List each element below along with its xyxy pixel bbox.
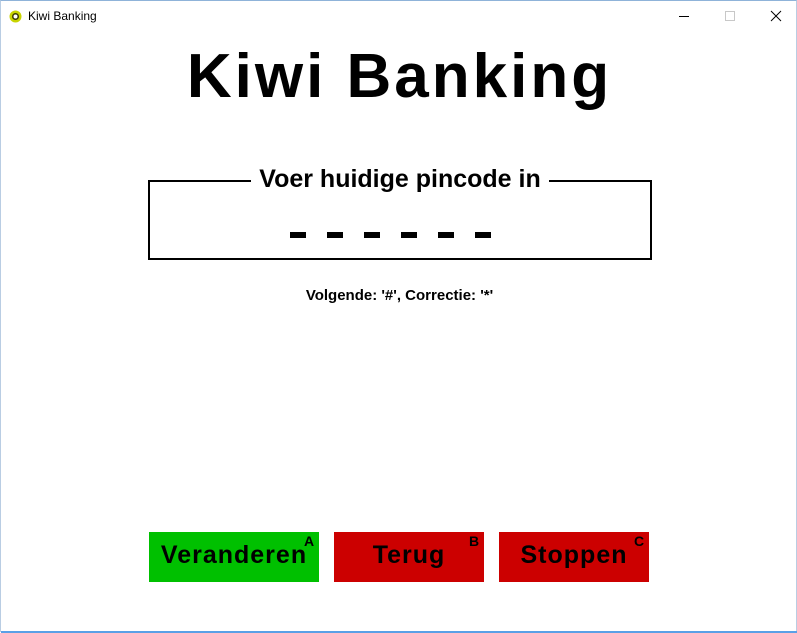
stoppen-key-hint: C [634, 533, 645, 549]
pin-prompt: Voer huidige pincode in [251, 165, 549, 193]
pin-slot-dash [475, 232, 491, 238]
page-title: Kiwi Banking [186, 42, 613, 111]
minimize-icon [679, 16, 689, 17]
terug-label: Terug [372, 541, 446, 569]
close-button[interactable] [753, 1, 797, 31]
stoppen-label: Stoppen [520, 541, 628, 569]
pin-prompt-container: Voer huidige pincode in [150, 165, 650, 194]
minimize-button[interactable] [661, 1, 707, 31]
veranderen-button[interactable]: Veranderen A [149, 532, 319, 582]
title-bar[interactable]: Kiwi Banking [1, 1, 796, 31]
maximize-button[interactable] [707, 1, 753, 31]
veranderen-key-hint: A [304, 533, 315, 549]
pin-slot-dash [438, 232, 454, 238]
pin-slot-dash [327, 232, 343, 238]
kiwi-app-icon [9, 10, 22, 23]
pin-slot-dash [290, 232, 306, 238]
app-window: Kiwi Banking Kiwi Banking Voer huidige p… [0, 0, 797, 633]
close-icon [770, 10, 782, 22]
veranderen-label: Veranderen [160, 541, 308, 569]
terug-key-hint: B [469, 533, 480, 549]
pin-slot-dash [401, 232, 417, 238]
maximize-icon [725, 11, 735, 21]
window-title: Kiwi Banking [28, 9, 97, 23]
pin-entry-box[interactable]: Voer huidige pincode in [148, 165, 652, 260]
pin-slot-dash [364, 232, 380, 238]
stoppen-button[interactable]: Stoppen C [499, 532, 649, 582]
terug-button[interactable]: Terug B [334, 532, 484, 582]
keypad-hint: Volgende: '#', Correctie: '*' [305, 287, 494, 304]
